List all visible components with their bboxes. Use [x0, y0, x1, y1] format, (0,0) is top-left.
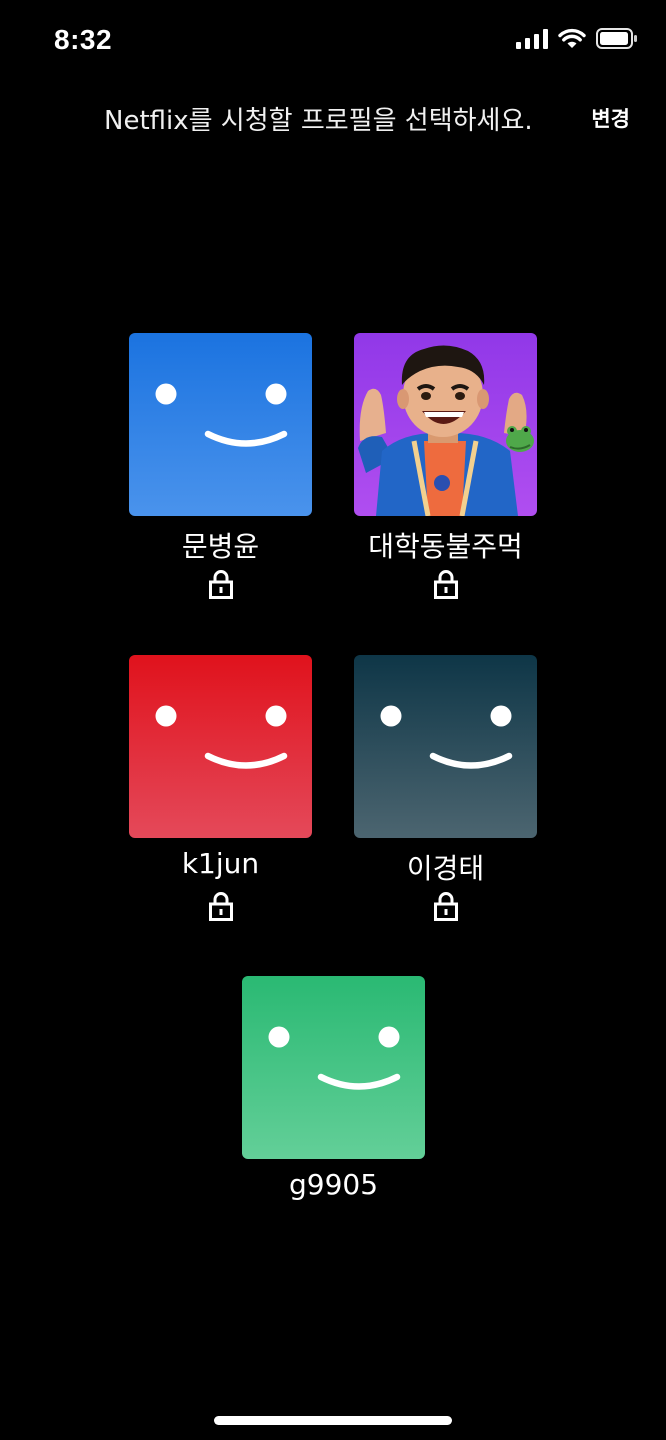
- profile-name: k1jun: [181, 847, 260, 880]
- status-icons: [516, 28, 638, 49]
- wifi-icon: [558, 28, 586, 48]
- profile-avatar-red-smiley[interactable]: [129, 655, 312, 838]
- lock-icon: [434, 892, 458, 921]
- lock-icon: [209, 892, 233, 921]
- profile-tile-2[interactable]: 대학동불주먹: [354, 333, 537, 599]
- profile-tile-3[interactable]: k1jun: [129, 655, 312, 921]
- profile-avatar-cartoon-boy-with-frog[interactable]: [354, 333, 537, 516]
- profile-tile-1[interactable]: 문병윤: [129, 333, 312, 599]
- profile-name: 문병윤: [181, 530, 260, 563]
- profile-name: 이경태: [406, 852, 485, 885]
- edit-profiles-button[interactable]: 변경: [591, 103, 630, 133]
- profile-name: 대학동불주먹: [368, 530, 523, 563]
- status-bar: 8:32: [0, 0, 666, 84]
- lock-icon: [209, 570, 233, 599]
- profile-avatar-green-smiley[interactable]: [242, 976, 425, 1159]
- page-title: Netflix를 시청할 프로필을 선택하세요.: [104, 106, 533, 136]
- profile-avatar-teal-smiley[interactable]: [354, 655, 537, 838]
- battery-icon: [596, 28, 637, 49]
- profile-name: g9905: [288, 1168, 379, 1201]
- cellular-signal-icon: [516, 28, 548, 49]
- status-time: 8:32: [54, 24, 113, 55]
- profile-tile-4[interactable]: 이경태: [354, 655, 537, 921]
- lock-icon: [434, 570, 458, 599]
- profile-avatar-blue-smiley[interactable]: [129, 333, 312, 516]
- profile-tile-5[interactable]: g9905: [242, 976, 425, 1201]
- home-indicator[interactable]: [214, 1416, 452, 1425]
